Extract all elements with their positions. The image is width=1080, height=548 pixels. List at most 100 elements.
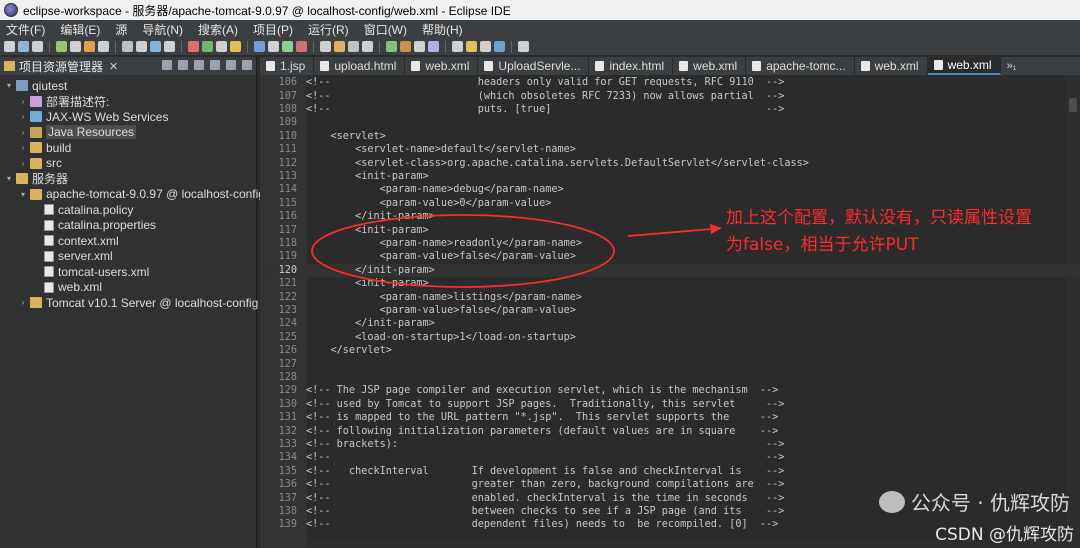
toolbar-separator xyxy=(181,40,182,53)
editor-tab[interactable]: apache-tomc... xyxy=(746,57,855,75)
toolbar-button-icon[interactable] xyxy=(254,41,265,52)
view-menu-icon[interactable] xyxy=(210,60,220,70)
expand-arrow-icon[interactable]: › xyxy=(18,159,28,168)
code-line: 110 <servlet> xyxy=(260,130,1080,143)
code-editor[interactable]: 106 <!-- headers only valid for GET reque… xyxy=(260,75,1080,548)
toolbar-button-icon[interactable] xyxy=(296,41,307,52)
toolbar-button-icon[interactable] xyxy=(230,41,241,52)
tree-item[interactable]: › Tomcat v10.1 Server @ localhost-config xyxy=(0,295,259,311)
toolbar-button-icon[interactable] xyxy=(480,41,491,52)
toolbar-button-icon[interactable] xyxy=(122,41,133,52)
tree-item[interactable]: › JAX-WS Web Services xyxy=(0,109,256,125)
toolbar-button-icon[interactable] xyxy=(4,41,15,52)
link-editor-icon[interactable] xyxy=(178,60,188,70)
toolbar-button-icon[interactable] xyxy=(518,41,529,52)
expand-arrow-icon[interactable]: ▾ xyxy=(18,190,28,199)
toolbar-button-icon[interactable] xyxy=(202,41,213,52)
watermark-text: 公众号 · 仇辉攻防 xyxy=(910,491,1070,515)
collapse-all-icon[interactable] xyxy=(162,60,172,70)
expand-arrow-icon[interactable]: › xyxy=(18,298,28,307)
tree-item[interactable]: › src xyxy=(0,156,256,172)
toolbar-button-icon[interactable] xyxy=(268,41,279,52)
menu-item[interactable]: 搜索(A) xyxy=(192,21,247,38)
toolbar-button-icon[interactable] xyxy=(216,41,227,52)
editor-tab[interactable]: upload.html xyxy=(314,57,406,75)
toolbar-button-icon[interactable] xyxy=(136,41,147,52)
toolbar-button-icon[interactable] xyxy=(386,41,397,52)
toolbar-button-icon[interactable] xyxy=(400,41,411,52)
toolbar-button-icon[interactable] xyxy=(282,41,293,52)
code-text: <param-name>debug</param-name> xyxy=(306,184,564,196)
toolbar-button-icon[interactable] xyxy=(348,41,359,52)
toolbar-button-icon[interactable] xyxy=(32,41,43,52)
code-text: <!-- between checks to see if a JSP page… xyxy=(306,505,785,517)
tree-item[interactable]: server.xml xyxy=(0,249,256,265)
filter-icon[interactable] xyxy=(194,60,204,70)
toolbar-button-icon[interactable] xyxy=(452,41,463,52)
tree-item[interactable]: catalina.properties xyxy=(0,218,256,234)
toolbar-button-icon[interactable] xyxy=(84,41,95,52)
file-icon xyxy=(752,61,762,71)
toolbar-button-icon[interactable] xyxy=(164,41,175,52)
editor-tab[interactable]: 1.jsp xyxy=(260,57,315,75)
project-tree: ▾ qiutest › 部署描述符: › JAX-WS Web Services › Java… xyxy=(0,75,265,311)
editor-tab[interactable]: UploadServle... xyxy=(478,57,590,75)
expand-arrow-icon[interactable]: › xyxy=(18,97,28,106)
menu-item[interactable]: 窗口(W) xyxy=(358,21,416,38)
tree-item[interactable]: context.xml xyxy=(0,233,256,249)
menu-item[interactable]: 项目(P) xyxy=(247,21,302,38)
toolbar-button-icon[interactable] xyxy=(466,41,477,52)
expand-arrow-icon[interactable]: › xyxy=(18,128,28,137)
menu-item[interactable]: 导航(N) xyxy=(136,21,192,38)
editor-tab[interactable]: web.xml xyxy=(673,57,747,75)
toolbar-button-icon[interactable] xyxy=(98,41,109,52)
toolbar-button-icon[interactable] xyxy=(56,41,67,52)
tree-item[interactable]: ▾ apache-tomcat-9.0.97 @ localhost-config xyxy=(0,187,265,203)
editor-tab-label: index.html xyxy=(609,59,665,73)
tree-item[interactable]: web.xml xyxy=(0,280,256,296)
expand-arrow-icon[interactable]: ▾ xyxy=(4,174,14,183)
tree-item[interactable]: › Java Resources xyxy=(0,125,256,141)
expand-arrow-icon[interactable]: › xyxy=(18,112,28,121)
menu-item[interactable]: 文件(F) xyxy=(0,21,54,38)
menu-item[interactable]: 帮助(H) xyxy=(416,21,472,38)
toolbar-button-icon[interactable] xyxy=(362,41,373,52)
eclipse-logo-icon xyxy=(4,3,18,17)
editor-tab[interactable]: web.xml xyxy=(855,57,928,75)
proj-icon xyxy=(16,80,28,92)
code-text: <!-- greater than zero, background compi… xyxy=(306,479,785,491)
toolbar-button-icon[interactable] xyxy=(188,41,199,52)
folder-icon xyxy=(30,142,42,154)
toolbar-button-icon[interactable] xyxy=(494,41,505,52)
tree-item[interactable]: tomcat-users.xml xyxy=(0,264,256,280)
tree-item-label: build xyxy=(46,140,72,155)
toolbar-button-icon[interactable] xyxy=(70,41,81,52)
minimize-icon[interactable] xyxy=(226,60,236,70)
editor-tab[interactable]: web.xml xyxy=(927,57,1001,75)
close-icon[interactable]: ✕ xyxy=(109,60,118,73)
toolbar-button-icon[interactable] xyxy=(18,41,29,52)
toolbar-button-icon[interactable] xyxy=(320,41,331,52)
menu-item[interactable]: 运行(R) xyxy=(302,21,358,38)
editor-tab[interactable]: index.html xyxy=(589,57,674,75)
toolbar-button-icon[interactable] xyxy=(334,41,345,52)
more-tabs-button[interactable]: »₁ xyxy=(1001,57,1025,75)
line-number: 122 xyxy=(278,291,297,303)
menu-item[interactable]: 编辑(E) xyxy=(54,21,109,38)
tree-item[interactable]: › 部署描述符: xyxy=(0,94,256,110)
tree-item[interactable]: ▾ 服务器 xyxy=(0,171,256,187)
maximize-icon[interactable] xyxy=(242,60,252,70)
menu-item[interactable]: 源 xyxy=(109,21,136,38)
toolbar-button-icon[interactable] xyxy=(150,41,161,52)
project-explorer-tab[interactable]: 项目资源管理器 ✕ xyxy=(0,57,256,75)
tree-item[interactable]: ▾ qiutest xyxy=(0,78,256,94)
toolbar-button-icon[interactable] xyxy=(428,41,439,52)
tree-item[interactable]: › build xyxy=(0,140,256,156)
toolbar-button-icon[interactable] xyxy=(414,41,425,52)
expand-arrow-icon[interactable]: › xyxy=(18,143,28,152)
main-toolbar xyxy=(0,38,1080,56)
tree-item[interactable]: catalina.policy xyxy=(0,202,256,218)
expand-arrow-icon[interactable]: ▾ xyxy=(4,81,14,90)
editor-tab[interactable]: web.xml xyxy=(405,57,479,75)
toolbar-separator xyxy=(445,40,446,53)
